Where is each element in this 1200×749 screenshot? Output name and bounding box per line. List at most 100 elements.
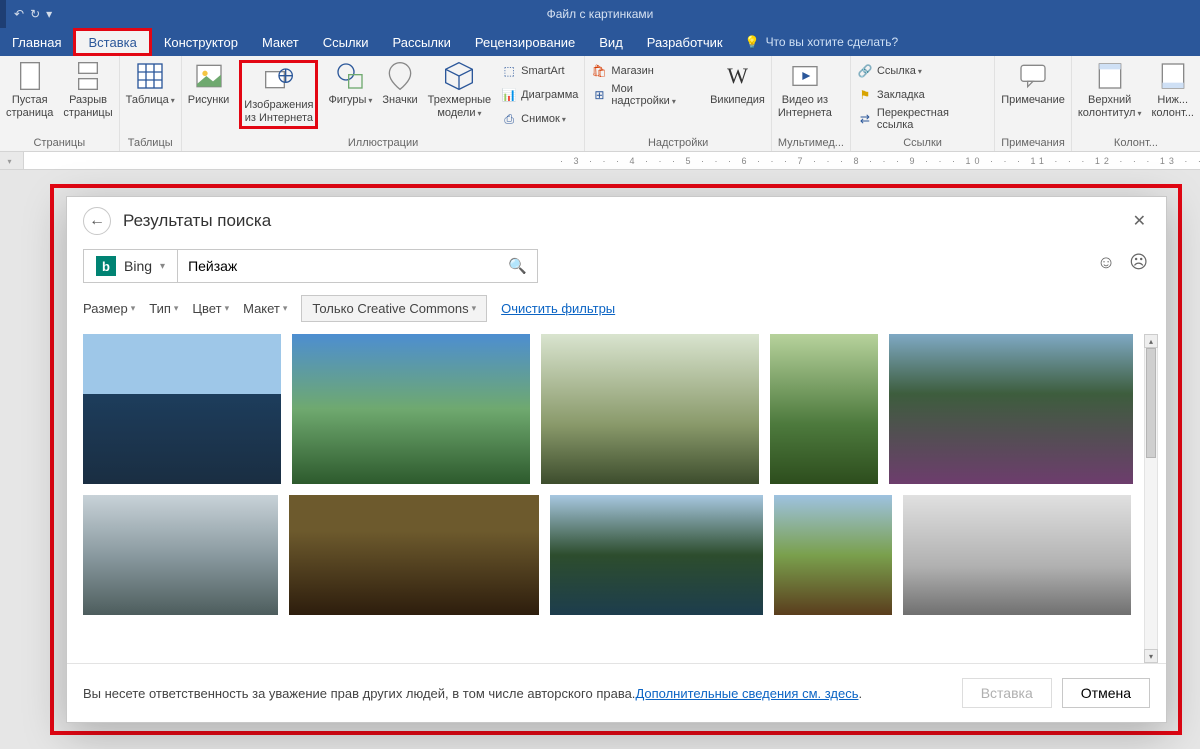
bulb-icon: 💡 <box>745 35 760 49</box>
qat-dropdown-icon[interactable]: ▾ <box>46 7 52 21</box>
comment-button[interactable]: Примечание <box>1001 60 1065 107</box>
store-button[interactable]: 🛍Магазин <box>591 60 700 82</box>
search-icon[interactable]: 🔍 <box>508 257 527 275</box>
shapes-icon <box>334 60 366 92</box>
page-break-button[interactable]: Разрыв страницы <box>63 60 112 119</box>
online-pictures-button[interactable]: Изображения из Интернета <box>239 60 318 129</box>
group-pages: Пустая страница Разрыв страницы Страницы <box>0 56 120 151</box>
undo-icon[interactable]: ↶ <box>14 7 24 21</box>
dialog-header: ← Результаты поиска ✕ <box>67 197 1166 239</box>
tab-home[interactable]: Главная <box>0 28 73 56</box>
scroll-down-button[interactable]: ▾ <box>1144 649 1158 663</box>
group-links: 🔗Ссылка ⚑Закладка ⇄Перекрестная ссылка С… <box>851 56 995 151</box>
screenshot-icon: ⎙ <box>501 111 517 127</box>
hyperlink-button[interactable]: 🔗Ссылка <box>857 60 988 82</box>
bing-provider-button[interactable]: b Bing ▾ <box>83 249 178 283</box>
tab-insert[interactable]: Вставка <box>73 28 151 56</box>
close-button[interactable]: ✕ <box>1129 207 1150 235</box>
group-label-pages: Страницы <box>6 135 113 149</box>
footer-link[interactable]: Дополнительные сведения см. здесь <box>635 686 858 701</box>
result-thumb[interactable] <box>889 334 1133 484</box>
result-thumb[interactable] <box>774 495 892 615</box>
3dmodels-button[interactable]: Трехмерные модели <box>428 60 492 119</box>
cancel-button[interactable]: Отмена <box>1062 678 1150 708</box>
result-thumb[interactable] <box>541 334 759 484</box>
result-thumb[interactable] <box>292 334 530 484</box>
video-icon <box>789 60 821 92</box>
header-button[interactable]: Верхний колонтитул <box>1078 60 1142 119</box>
scroll-thumb[interactable] <box>1146 348 1156 458</box>
group-label-tables: Таблицы <box>126 135 175 149</box>
online-pictures-dialog: ← Результаты поиска ✕ ☺ ☹ b Bing ▾ 🔍 Раз… <box>66 196 1167 723</box>
filter-color[interactable]: Цвет <box>192 301 229 316</box>
titlebar: ↶ ↻ ▾ Файл с картинками <box>0 0 1200 28</box>
online-video-button[interactable]: Видео из Интернета <box>778 60 832 119</box>
group-label-headerfooter: Колонт... <box>1078 135 1194 149</box>
bookmark-icon: ⚑ <box>857 87 873 103</box>
crossref-icon: ⇄ <box>857 111 873 127</box>
chart-button[interactable]: 📊Диаграмма <box>501 84 578 106</box>
results-area: ▴ ▾ <box>67 332 1166 663</box>
thumb-row-2 <box>83 495 1138 615</box>
comment-icon <box>1017 60 1049 92</box>
result-thumb[interactable] <box>289 495 539 615</box>
shapes-button[interactable]: Фигуры <box>328 60 372 107</box>
group-label-illustrations: Иллюстрации <box>188 135 579 149</box>
crossref-button[interactable]: ⇄Перекрестная ссылка <box>857 108 988 130</box>
result-thumb[interactable] <box>770 334 878 484</box>
group-illustrations: Рисунки Изображения из Интернета Фигуры … <box>182 56 586 151</box>
wikipedia-button[interactable]: W Википедия <box>710 60 765 107</box>
result-thumb[interactable] <box>83 334 281 484</box>
group-label-media: Мультимед... <box>778 135 844 149</box>
scroll-track[interactable] <box>1144 348 1158 649</box>
workspace: ← Результаты поиска ✕ ☺ ☹ b Bing ▾ 🔍 Раз… <box>0 170 1200 749</box>
frown-icon[interactable]: ☹ <box>1129 252 1148 273</box>
smartart-button[interactable]: ⬚SmartArt <box>501 60 578 82</box>
redo-icon[interactable]: ↻ <box>30 7 40 21</box>
filter-type[interactable]: Тип <box>149 301 178 316</box>
tab-design[interactable]: Конструктор <box>152 28 250 56</box>
icons-button[interactable]: Значки <box>382 60 417 107</box>
clear-filters-link[interactable]: Очистить фильтры <box>501 301 615 316</box>
tab-view[interactable]: Вид <box>587 28 635 56</box>
smile-icon[interactable]: ☺ <box>1097 252 1115 273</box>
blank-page-button[interactable]: Пустая страница <box>6 60 53 119</box>
back-button[interactable]: ← <box>83 207 111 235</box>
tell-me[interactable]: 💡 Что вы хотите сделать? <box>735 28 899 56</box>
filter-layout[interactable]: Макет <box>243 301 287 316</box>
scroll-up-button[interactable]: ▴ <box>1144 334 1158 348</box>
blank-page-icon <box>14 60 46 92</box>
footer-text: Вы несете ответственность за уважение пр… <box>83 686 635 701</box>
tab-developer[interactable]: Разработчик <box>635 28 735 56</box>
result-thumb[interactable] <box>83 495 278 615</box>
quick-access-toolbar: ↶ ↻ ▾ <box>6 7 52 21</box>
my-addins-button[interactable]: ⊞Мои надстройки <box>591 84 700 106</box>
table-button[interactable]: Таблица <box>126 60 175 107</box>
filter-cc-only[interactable]: Только Creative Commons <box>301 295 487 322</box>
bing-logo-icon: b <box>96 256 116 276</box>
icons-icon <box>384 60 416 92</box>
picture-icon <box>193 60 225 92</box>
ribbon-tabs: Главная Вставка Конструктор Макет Ссылки… <box>0 28 1200 56</box>
tab-mailings[interactable]: Рассылки <box>381 28 463 56</box>
screenshot-button[interactable]: ⎙Снимок <box>501 108 578 130</box>
tab-references[interactable]: Ссылки <box>311 28 381 56</box>
tab-review[interactable]: Рецензирование <box>463 28 587 56</box>
tab-layout[interactable]: Макет <box>250 28 311 56</box>
group-media: Видео из Интернета Мультимед... <box>772 56 851 151</box>
results-scrollbar[interactable]: ▴ ▾ <box>1144 334 1158 663</box>
online-pictures-icon <box>263 65 295 97</box>
group-label-links: Ссылки <box>857 135 988 149</box>
search-input[interactable] <box>188 258 508 274</box>
filter-size[interactable]: Размер <box>83 301 135 316</box>
pictures-button[interactable]: Рисунки <box>188 60 230 107</box>
result-thumb[interactable] <box>550 495 763 615</box>
search-row: b Bing ▾ 🔍 <box>67 239 1166 289</box>
bookmark-button[interactable]: ⚑Закладка <box>857 84 988 106</box>
link-icon: 🔗 <box>857 63 873 79</box>
result-thumb[interactable] <box>903 495 1131 615</box>
results-inner <box>83 334 1138 663</box>
ruler-corner: ▾ <box>0 152 24 170</box>
footer-button[interactable]: Ниж... колонт... <box>1151 60 1194 119</box>
chevron-down-icon: ▾ <box>160 261 165 272</box>
